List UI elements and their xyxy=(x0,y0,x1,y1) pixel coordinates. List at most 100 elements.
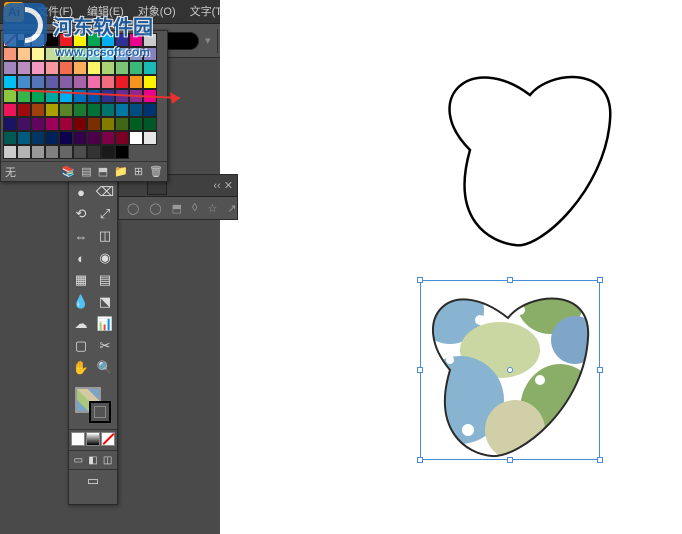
swatch-color[interactable] xyxy=(87,61,101,75)
swatch-color[interactable] xyxy=(17,103,31,117)
swatch-color[interactable] xyxy=(17,89,31,103)
swatch-color[interactable] xyxy=(3,131,17,145)
swatch-color[interactable] xyxy=(31,131,45,145)
handle-top-left[interactable] xyxy=(417,277,423,283)
swatch-color[interactable] xyxy=(129,131,143,145)
swatch-color[interactable] xyxy=(129,117,143,131)
handle-bottom-mid[interactable] xyxy=(507,457,513,463)
delete-swatch-icon[interactable]: 🗑 xyxy=(149,165,163,178)
swatch-color[interactable] xyxy=(73,117,87,131)
swatch-color[interactable] xyxy=(59,145,73,159)
swatch-color[interactable] xyxy=(129,61,143,75)
swatch-color[interactable] xyxy=(73,103,87,117)
swatch-color[interactable] xyxy=(17,145,31,159)
swatch-color[interactable] xyxy=(3,47,17,61)
swatch-color[interactable] xyxy=(143,75,157,89)
swatch-color[interactable] xyxy=(3,75,17,89)
graphic-style-icon[interactable]: ◊ xyxy=(192,202,197,214)
swatch-color[interactable] xyxy=(143,89,157,103)
swatch-library-icon[interactable]: 📚 xyxy=(62,165,76,178)
graphic-style-icon[interactable]: ↗ xyxy=(227,202,236,215)
swatch-color[interactable] xyxy=(3,61,17,75)
swatch-color[interactable] xyxy=(59,103,73,117)
heart-outline-shape[interactable] xyxy=(440,60,640,270)
swatch-color[interactable] xyxy=(143,61,157,75)
swatch-color[interactable] xyxy=(101,61,115,75)
swatch-color[interactable] xyxy=(73,145,87,159)
tool-shape-builder[interactable]: ◐ xyxy=(69,247,93,269)
graphic-style-icon[interactable]: ⬒ xyxy=(172,202,182,215)
swatch-color[interactable] xyxy=(101,89,115,103)
fill-mode-none[interactable] xyxy=(101,432,115,446)
tool-column-graph[interactable]: 📊 xyxy=(93,313,117,335)
swatch-color[interactable] xyxy=(87,145,101,159)
swatch-color[interactable] xyxy=(101,103,115,117)
fill-mode-gradient[interactable] xyxy=(86,432,100,446)
handle-top-mid[interactable] xyxy=(507,277,513,283)
swatch-color[interactable] xyxy=(31,89,45,103)
handle-bottom-left[interactable] xyxy=(417,457,423,463)
swatch-color[interactable] xyxy=(45,131,59,145)
tool-gradient[interactable]: ▤ xyxy=(93,269,117,291)
swatch-color[interactable] xyxy=(31,117,45,131)
swatch-color[interactable] xyxy=(87,117,101,131)
swatch-color[interactable] xyxy=(31,61,45,75)
fill-mode-color[interactable] xyxy=(71,432,85,446)
tool-free-transform[interactable]: ◫ xyxy=(93,225,117,247)
tool-slice[interactable]: ✂ xyxy=(93,335,117,357)
swatch-color[interactable] xyxy=(143,117,157,131)
swatch-color[interactable] xyxy=(17,47,31,61)
draw-inside-icon[interactable]: ◫ xyxy=(101,453,115,467)
tool-artboard[interactable]: ▢ xyxy=(69,335,93,357)
swatch-color[interactable] xyxy=(115,103,129,117)
tool-eyedropper[interactable]: 💧 xyxy=(69,291,93,313)
handle-mid-left[interactable] xyxy=(417,367,423,373)
graphic-style-icon[interactable]: ☆ xyxy=(207,202,217,215)
swatch-color[interactable] xyxy=(17,75,31,89)
artboard-canvas[interactable] xyxy=(220,0,682,534)
tool-mesh[interactable]: ▦ xyxy=(69,269,93,291)
swatch-color[interactable] xyxy=(73,61,87,75)
swatch-options-icon[interactable]: ⬒ xyxy=(98,165,108,178)
tool-symbol-sprayer[interactable]: ☁ xyxy=(69,313,93,335)
handle-mid-right[interactable] xyxy=(597,367,603,373)
swatch-color[interactable] xyxy=(59,131,73,145)
swatch-color[interactable] xyxy=(17,131,31,145)
swatch-color[interactable] xyxy=(101,145,115,159)
swatch-color[interactable] xyxy=(73,75,87,89)
tool-scale[interactable]: ⤢ xyxy=(93,203,117,225)
swatch-color[interactable] xyxy=(45,117,59,131)
screen-mode-button[interactable]: ▭ xyxy=(81,470,105,492)
fill-stroke-indicator[interactable] xyxy=(69,383,117,427)
swatch-color[interactable] xyxy=(73,89,87,103)
swatch-color[interactable] xyxy=(59,117,73,131)
swatch-color[interactable] xyxy=(129,89,143,103)
swatch-color[interactable] xyxy=(45,103,59,117)
swatch-color[interactable] xyxy=(87,131,101,145)
swatch-color[interactable] xyxy=(115,131,129,145)
swatch-color[interactable] xyxy=(45,61,59,75)
tool-perspective[interactable]: ◉ xyxy=(93,247,117,269)
swatch-color[interactable] xyxy=(17,117,31,131)
stroke-swatch[interactable] xyxy=(89,401,111,423)
swatch-color[interactable] xyxy=(59,75,73,89)
tool-width[interactable]: ⇔ xyxy=(69,225,93,247)
swatch-color[interactable] xyxy=(3,103,17,117)
swatch-color[interactable] xyxy=(87,75,101,89)
handle-center[interactable] xyxy=(507,367,513,373)
tool-hand[interactable]: ✋ xyxy=(69,357,93,379)
handle-bottom-right[interactable] xyxy=(597,457,603,463)
new-group-icon[interactable]: 📁 xyxy=(114,165,128,178)
swatch-color[interactable] xyxy=(143,103,157,117)
swatch-color[interactable] xyxy=(59,89,73,103)
swatch-color[interactable] xyxy=(45,145,59,159)
swatch-color[interactable] xyxy=(31,145,45,159)
swatch-color[interactable] xyxy=(59,61,73,75)
swatch-color[interactable] xyxy=(31,103,45,117)
swatch-color[interactable] xyxy=(115,145,129,159)
graphic-style-icon[interactable]: ◯ xyxy=(127,202,139,215)
draw-behind-icon[interactable]: ◧ xyxy=(86,453,100,467)
swatch-color[interactable] xyxy=(73,131,87,145)
swatch-color[interactable] xyxy=(129,103,143,117)
swatch-color[interactable] xyxy=(31,75,45,89)
